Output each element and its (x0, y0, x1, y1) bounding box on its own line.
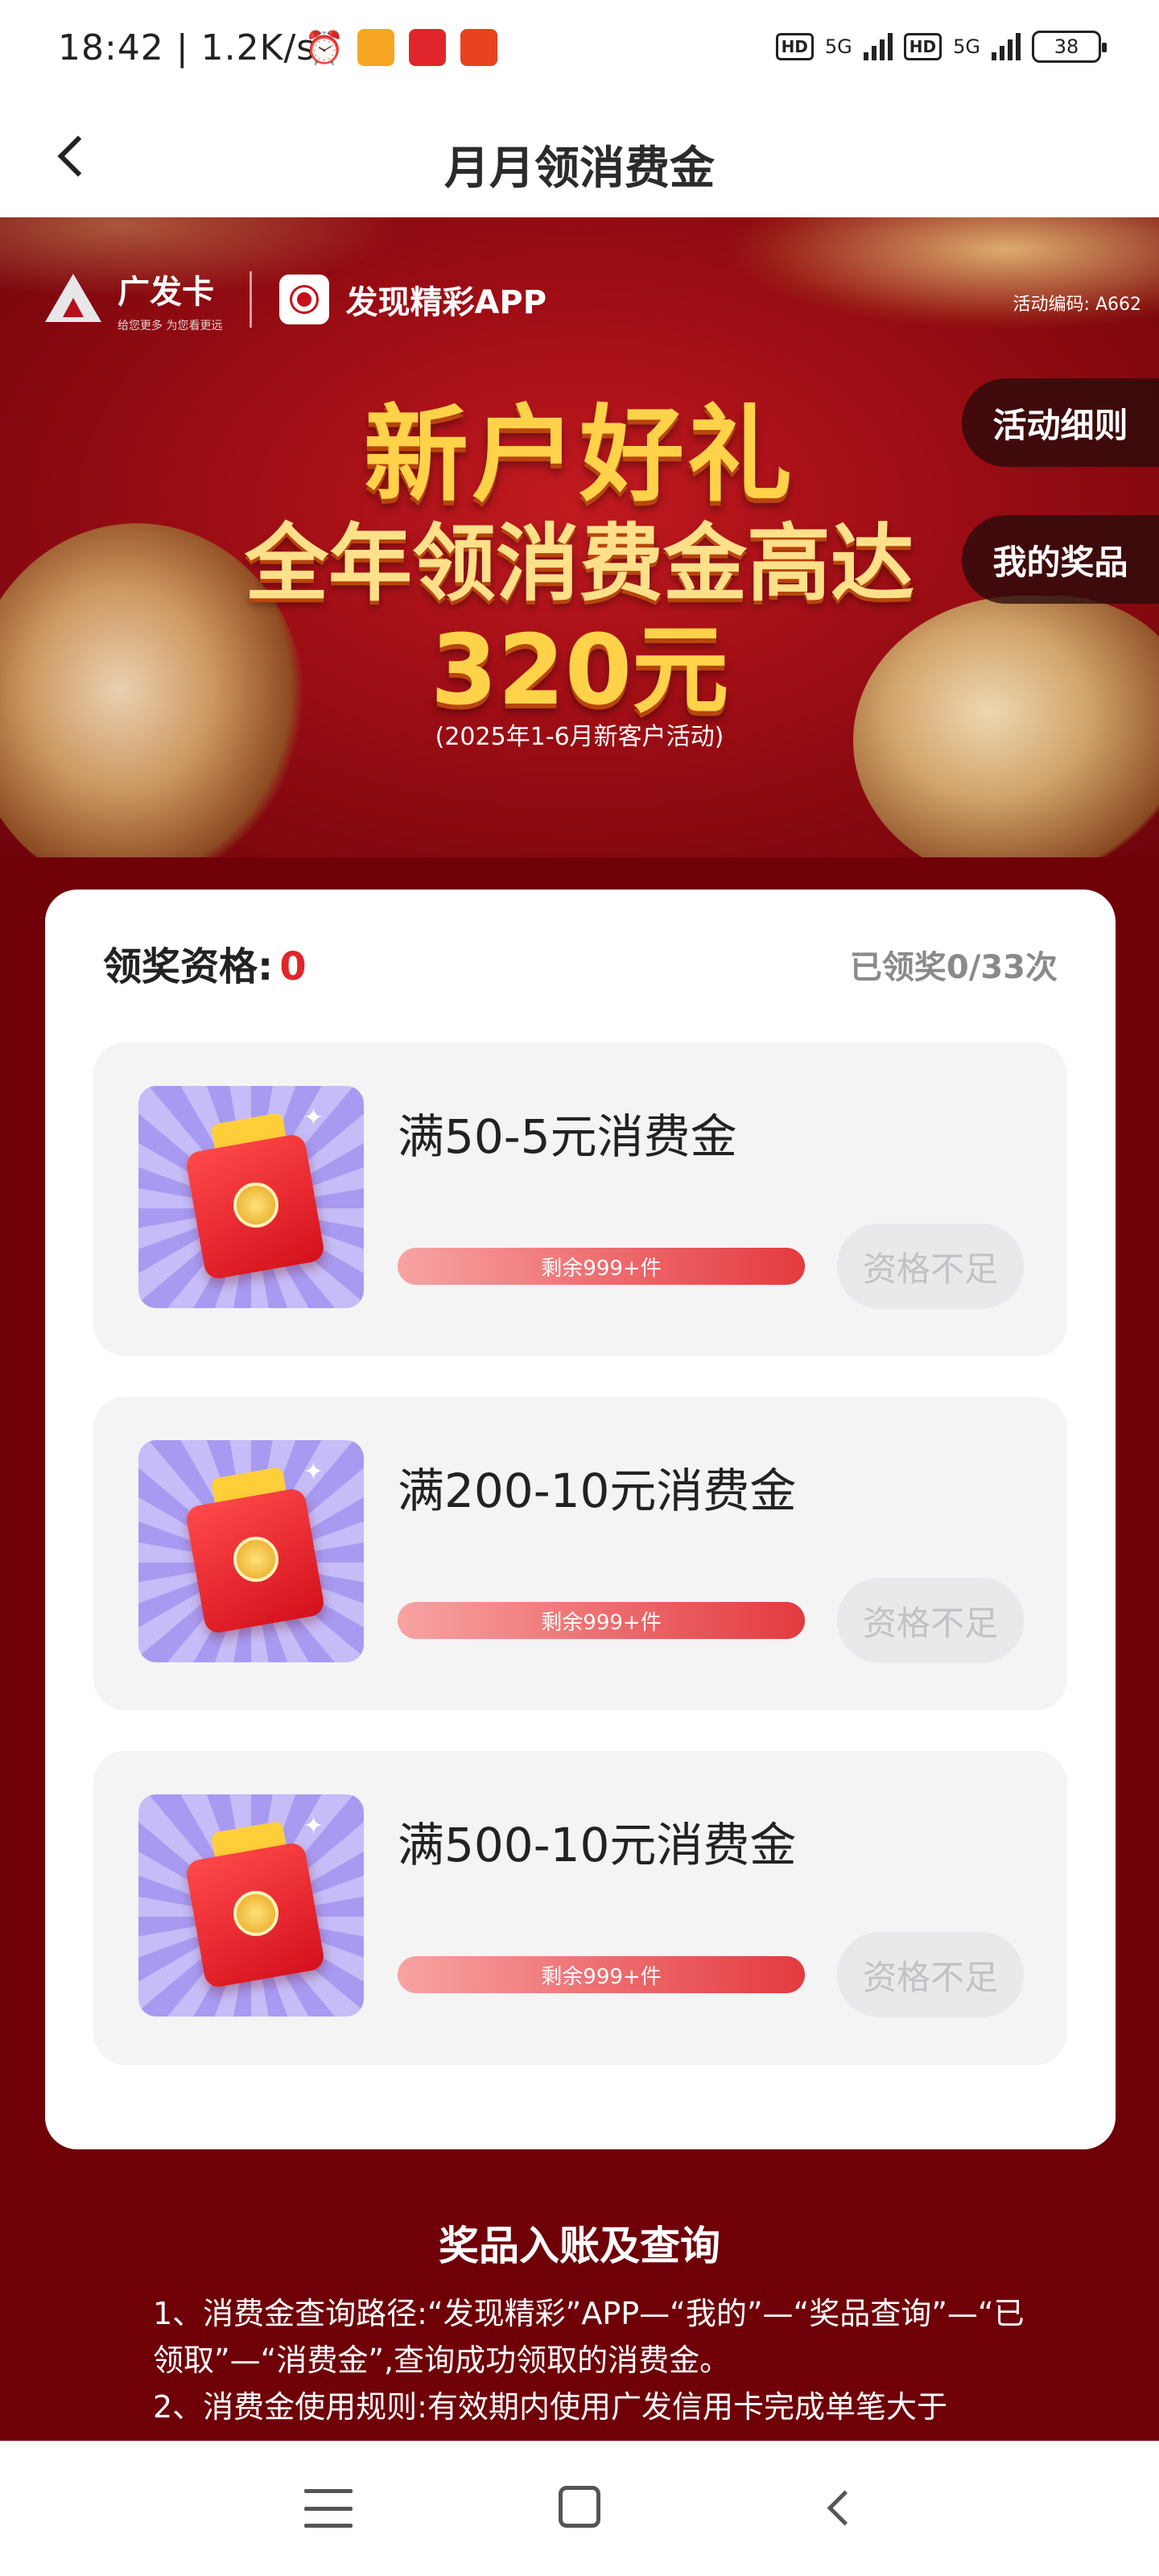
headline-3: 320元 (430, 615, 729, 727)
status-time: 18:42 | 1.2K/s (58, 27, 316, 68)
page-header: 月月领消费金 (0, 97, 1159, 217)
prize-card: 领奖资格: 0 已领奖0/33次 ✦ 满50-5元消费金 剩余999+件 资格不足… (45, 890, 1116, 2149)
menu-icon[interactable] (304, 2489, 353, 2528)
prize-title: 满500-10元消费金 (398, 1818, 797, 1872)
activity-rules-button[interactable]: 活动细则 (962, 378, 1159, 467)
claim-button[interactable]: 资格不足 (837, 1932, 1024, 2017)
battery-level: 38 (1054, 35, 1079, 58)
signal-icon (863, 33, 893, 60)
red-envelope-icon: ✦ (138, 1086, 364, 1308)
hd-icon-2: HD (903, 33, 942, 60)
app-logo-icon (279, 275, 330, 324)
shop-notification-icon (409, 29, 446, 66)
network-label-2: 5G (953, 35, 980, 58)
remaining-text: 剩余999+件 (541, 1964, 662, 1989)
brand-bar: 广发卡 给您更多 为您看更远 发现精彩APP (45, 266, 547, 333)
remaining-bar: 剩余999+件 (398, 1248, 805, 1285)
net-speed: 1.2K/s (200, 27, 316, 68)
eligibility-label: 领奖资格: (103, 944, 274, 989)
remaining-text: 剩余999+件 (541, 1256, 662, 1281)
remaining-bar: 剩余999+件 (398, 1602, 805, 1639)
red-envelope-icon: ✦ (138, 1440, 364, 1662)
brand-text: 广发卡 给您更多 为您看更远 (118, 266, 222, 333)
activity-code: 活动编码: A662 (1013, 295, 1141, 315)
info-section-title: 奖品入账及查询 (439, 2223, 720, 2269)
clock: 18:42 (58, 27, 164, 68)
claim-button[interactable]: 资格不足 (837, 1578, 1024, 1663)
eligibility-count: 0 (279, 944, 307, 989)
notification-icons: ⏰ (304, 29, 497, 67)
prize-item: ✦ 满50-5元消费金 剩余999+件 资格不足 (93, 1042, 1067, 1356)
home-icon[interactable] (559, 2486, 600, 2528)
battery-icon: 38 (1032, 31, 1107, 63)
cgb-logo-icon (45, 274, 101, 325)
red-envelope-icon: ✦ (138, 1794, 364, 2017)
taobao-notification-icon (460, 29, 497, 66)
rule-line-2: 2、消费金使用规则:有效期内使用广发信用卡完成单笔大于 (153, 2389, 947, 2425)
eligibility: 领奖资格: 0 (103, 935, 307, 991)
network-label-1: 5G (824, 35, 852, 58)
hero-banner: 广发卡 给您更多 为您看更远 发现精彩APP 活动编码: A662 新户好礼 全… (0, 217, 1159, 857)
hd-icon: HD (775, 33, 814, 60)
prize-title: 满200-10元消费金 (398, 1463, 797, 1518)
brand-tagline: 给您更多 为您看更远 (118, 320, 223, 332)
prize-item: ✦ 满200-10元消费金 剩余999+件 资格不足 (93, 1397, 1067, 1711)
system-navbar (0, 2441, 1159, 2576)
claimed-count: 已领奖0/33次 (849, 949, 1058, 986)
signal-icon-2 (992, 33, 1021, 60)
page-title: 月月领消费金 (444, 142, 715, 195)
alarm-icon: ⏰ (304, 29, 344, 67)
my-prizes-button[interactable]: 我的奖品 (962, 515, 1159, 604)
prize-item: ✦ 满500-10元消费金 剩余999+件 资格不足 (93, 1751, 1067, 2065)
remaining-bar: 剩余999+件 (398, 1956, 805, 1993)
info-rules: 1、消费金查询路径:“发现精彩”APP—“我的”—“奖品查询”—“已领取”—“消… (153, 2290, 1030, 2430)
brand-name: 广发卡 (118, 274, 214, 311)
brand-divider (250, 271, 253, 328)
claim-button[interactable]: 资格不足 (837, 1224, 1024, 1309)
app-notification-icon (357, 29, 394, 66)
status-bar: 18:42 | 1.2K/s ⏰ HD 5G HD 5G 38 (0, 0, 1159, 97)
prize-title: 满50-5元消费金 (398, 1109, 737, 1164)
status-separator: | (175, 27, 201, 68)
headline-note: (2025年1-6月新客户活动) (435, 723, 724, 751)
status-right: HD 5G HD 5G 38 (775, 31, 1107, 63)
rule-line-1: 1、消费金查询路径:“发现精彩”APP—“我的”—“奖品查询”—“已领取”—“消… (153, 2296, 1025, 2378)
app-name: 发现精彩APP (345, 284, 547, 321)
remaining-text: 剩余999+件 (541, 1610, 662, 1635)
back-icon[interactable] (821, 2487, 861, 2528)
